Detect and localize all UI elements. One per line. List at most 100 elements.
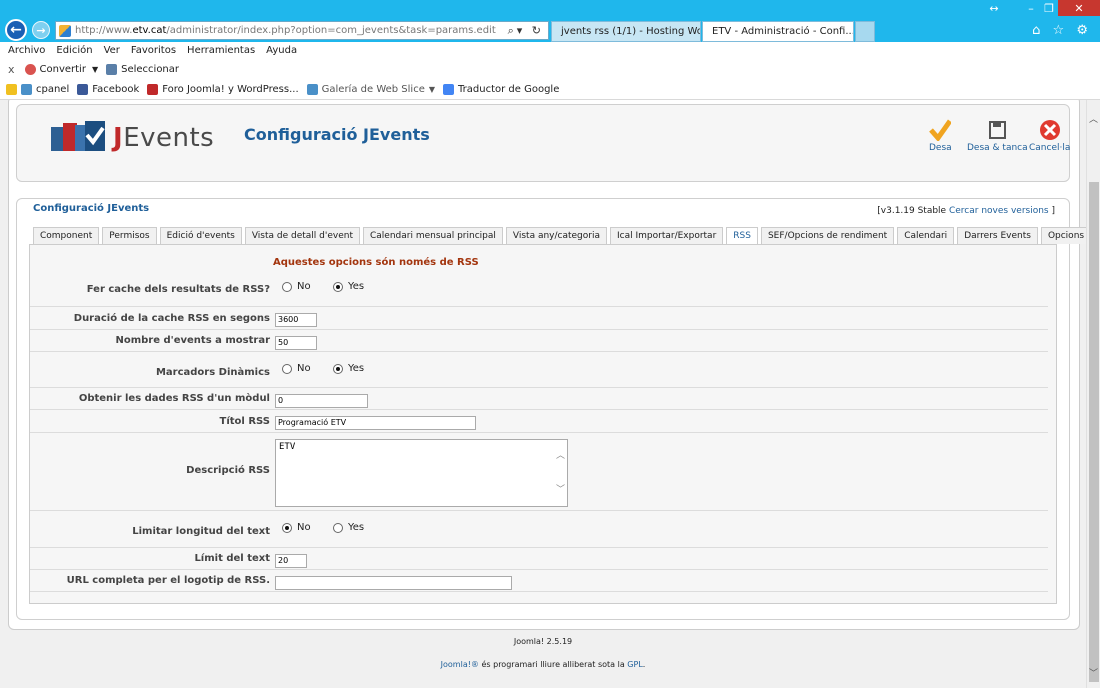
fav-cpanel[interactable]: cpanel [21,83,70,95]
fav-label: cpanel [36,83,70,95]
search-refresh-icon[interactable]: ⌕▾ ↻ [508,24,544,38]
check-versions-link[interactable]: Cercar noves versions [949,206,1049,216]
fav-facebook[interactable]: Facebook [77,83,139,95]
select-button[interactable]: Seleccionar [106,63,179,75]
limit-no-radio[interactable]: No [282,522,311,533]
minimize-icon[interactable]: – [1022,0,1040,16]
version-text: [v3.1.19 Stable [877,206,947,216]
checkmark-icon [929,119,952,141]
menu-herramientas[interactable]: Herramientas [187,45,255,56]
scroll-down-icon[interactable]: ﹀ [556,482,565,495]
license-text: és programari lliure alliberat sota la [478,660,628,669]
joomla-link[interactable]: Joomla!® [441,660,479,669]
radio-label: No [297,281,311,292]
menu-ver[interactable]: Ver [104,45,120,56]
logo-events: Events [123,123,215,153]
cancel-label: Cancel·la [1029,143,1071,153]
scroll-down-icon[interactable]: ﹀ [1089,666,1098,679]
menu-archivo[interactable]: Archivo [8,45,45,56]
page-content: JEvents Configuració JEvents Desa Desa &… [0,100,1086,688]
save-close-label: Desa & tanca [967,143,1028,153]
tab-edicio-events[interactable]: Edició d'events [159,227,242,244]
address-url[interactable]: http://www.etv.cat/administrator/index.p… [75,25,496,36]
tab-sef[interactable]: SEF/Opcions de rendiment [760,227,895,244]
cancel-icon [1039,120,1060,140]
form-row-cache-time: Duració de la cache RSS en segons 3600 [30,307,1048,330]
menu-edicion[interactable]: Edición [56,45,92,56]
dynamic-yes-radio[interactable]: Yes [333,363,364,374]
home-star-gear-icons[interactable]: ⌂ ☆ ⚙ [1032,23,1092,38]
logo-text: JEvents [113,123,214,153]
tab-vista-any[interactable]: Vista any/categoria [505,227,607,244]
tab-vista-detall[interactable]: Vista de detall d'event [244,227,360,244]
radio-label: No [297,363,311,374]
tab-permisos[interactable]: Permisos [102,227,157,244]
license-dot: . [642,660,646,669]
fav-web-slice[interactable]: Galería de Web Slice ▼ [306,83,435,95]
module-label: Obtenir les dades RSS d'un mòdul [78,393,270,404]
forward-icon[interactable]: → [32,21,50,39]
fav-foro-joomla[interactable]: Foro Joomla! y WordPress... [147,83,299,95]
scroll-up-icon[interactable]: ︿ [1089,112,1098,125]
save-button[interactable]: Desa [929,119,952,153]
scroll-up-icon[interactable]: ︿ [556,448,565,461]
page-scrollbar[interactable]: ︿ ﹀ [1086,100,1100,688]
description-textarea[interactable]: ETV ︿ ﹀ [275,439,568,507]
page-title: Configuració JEvents [244,125,430,144]
tab-disseny-club[interactable]: Opcions de disseny del club [1040,227,1086,244]
browser-tab-etv[interactable]: ETV - Administració - Confi... ✕ [702,21,854,42]
scrollbar-thumb[interactable] [1089,182,1099,682]
convert-button[interactable]: Convertir ▼ [24,63,98,75]
logo-j: J [113,123,124,153]
tab-component[interactable]: Component [33,227,100,244]
tab-calendari-mensual[interactable]: Calendari mensual principal [362,227,503,244]
web-slice-icon [306,83,318,95]
radio-selected-icon [333,363,343,374]
cache-yes-radio[interactable]: Yes [333,281,364,292]
gpl-link[interactable]: GPL [627,660,642,669]
rss-panel: Aquestes opcions són només de RSS Fer ca… [29,244,1057,604]
address-bar[interactable]: http://www.etv.cat/administrator/index.p… [55,21,549,40]
tab-ical[interactable]: Ical Importar/Exportar [610,227,724,244]
tab-darrers-events[interactable]: Darrers Events [957,227,1038,244]
tab-label: jvents rss (1/1) - Hosting Word... [561,26,700,37]
tab-calendari[interactable]: Calendari [897,227,955,244]
page-icon [21,83,32,95]
dynamic-no-radio[interactable]: No [282,363,311,374]
cache-time-input[interactable]: 3600 [275,313,317,327]
limit-yes-radio[interactable]: Yes [333,522,364,533]
favorites-star-icon[interactable] [6,83,17,95]
rss-title-input[interactable]: Programació ETV [275,416,476,430]
module-input[interactable]: 0 [275,394,368,408]
form-row-cache: Fer cache dels resultats de RSS? No Yes [30,269,1048,307]
text-limit-input[interactable]: 20 [275,554,307,568]
tab-rss[interactable]: RSS [726,227,758,245]
radio-selected-icon [333,281,343,292]
new-tab-button[interactable] [855,21,875,42]
convert-label: Convertir [39,63,86,75]
save-close-button[interactable]: Desa & tanca [967,119,1028,153]
close-toolbar-icon[interactable]: x [8,63,15,76]
chevron-down-icon[interactable]: ▼ [92,65,98,74]
count-input[interactable]: 50 [275,336,317,350]
radio-label: No [297,522,311,533]
restore-icon[interactable]: ❐ [1040,0,1058,16]
cancel-button[interactable]: Cancel·la [1029,119,1070,153]
license-footer: Joomla!® és programari lliure alliberat … [0,660,1086,669]
form-row-dynamic: Marcadors Dinàmics No Yes [30,352,1048,388]
rss-title-label: Títol RSS [219,416,270,427]
logo-url-input[interactable] [275,576,512,590]
close-window-icon[interactable]: ✕ [1058,0,1100,16]
config-tabs: Component Permisos Edició d'events Vista… [33,227,1086,245]
back-icon[interactable]: ← [5,19,27,41]
cache-no-radio[interactable]: No [282,281,311,292]
resize-icon[interactable]: ↔ [985,0,1003,16]
chevron-down-icon[interactable]: ▼ [429,85,435,94]
browser-tab-jvents[interactable]: jvents rss (1/1) - Hosting Word... [551,21,701,42]
description-value: ETV [279,442,296,452]
fav-traductor[interactable]: Traductor de Google [443,83,559,95]
menu-ayuda[interactable]: Ayuda [266,45,297,56]
menu-favoritos[interactable]: Favoritos [131,45,176,56]
menu-bar: Archivo Edición Ver Favoritos Herramient… [0,42,1100,59]
form-row-limit: Limitar longitud del text No Yes [30,511,1048,548]
